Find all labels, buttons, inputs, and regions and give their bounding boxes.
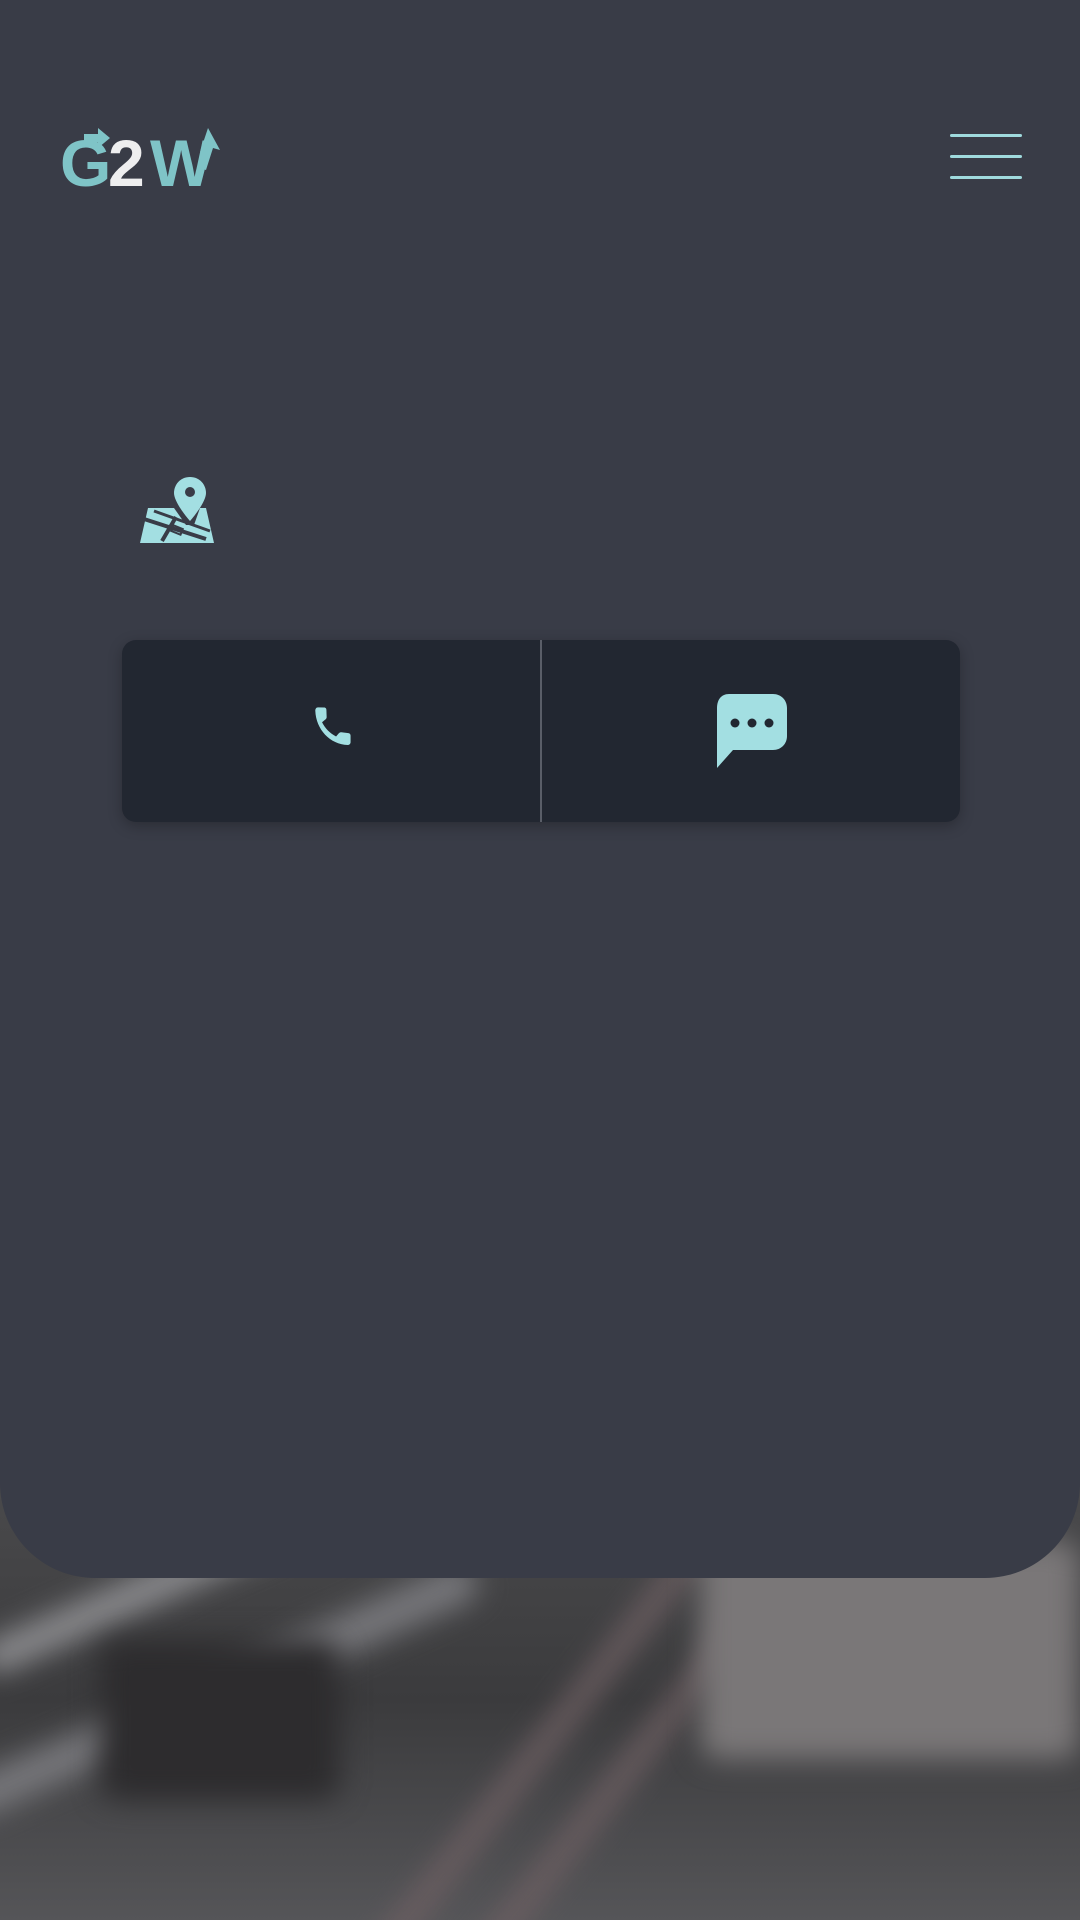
g2w-logo[interactable]: G 2 W [60, 128, 224, 192]
call-button[interactable] [122, 640, 540, 822]
menu-line-middle [950, 155, 1022, 158]
message-button[interactable] [542, 640, 960, 822]
phone-icon [315, 707, 351, 746]
main-card: G 2 W [0, 0, 1080, 1578]
logo-graphic: G 2 W [60, 128, 220, 192]
svg-text:2: 2 [108, 128, 145, 192]
menu-line-top [950, 134, 1022, 137]
menu-line-bottom [950, 176, 1022, 179]
hamburger-menu-icon[interactable] [950, 132, 1024, 182]
contact-actions-bar [122, 640, 960, 822]
chat-bubble-icon [717, 694, 787, 768]
map-location-icon [138, 475, 216, 547]
